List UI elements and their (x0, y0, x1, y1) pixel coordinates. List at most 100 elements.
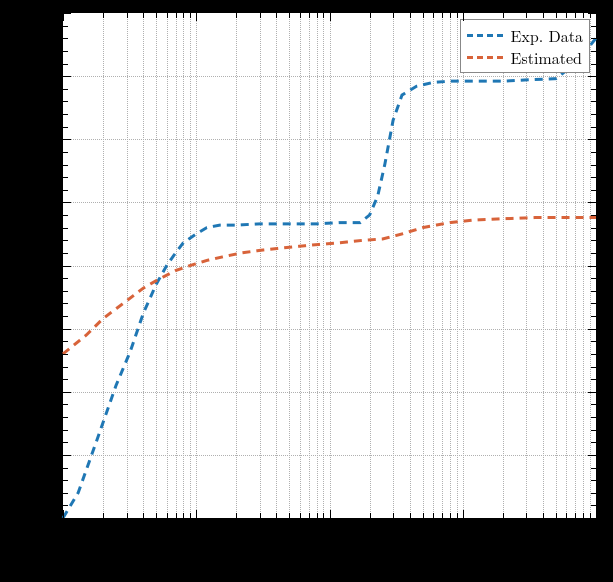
x-tick-minor (575, 13, 576, 18)
x-tick-major (63, 510, 64, 518)
y-tick-minor (591, 379, 596, 380)
x-tick-minor (590, 513, 591, 518)
x-tick-minor (103, 13, 104, 18)
y-tick-minor (591, 228, 596, 229)
y-tick-minor (591, 278, 596, 279)
x-tick-major (196, 510, 197, 518)
x-tick-minor (309, 513, 310, 518)
x-tick-minor (156, 13, 157, 18)
y-tick-minor (63, 417, 68, 418)
y-tick-minor (591, 177, 596, 178)
x-tick-major (63, 13, 64, 21)
y-tick-minor (63, 165, 68, 166)
x-tick-label: 10¹ (180, 521, 210, 544)
x-tick-major (463, 510, 464, 518)
y-tick-minor (591, 26, 596, 27)
x-tick-minor (583, 513, 584, 518)
y-tick-minor (63, 215, 68, 216)
y-tick-major (588, 202, 596, 203)
x-tick-minor (260, 513, 261, 518)
x-tick-minor (127, 13, 128, 18)
x-tick-minor (583, 13, 584, 18)
y-tick-minor (63, 101, 68, 102)
x-axis-label: Time [h] (62, 545, 595, 569)
x-tick-minor (167, 13, 168, 18)
x-tick-minor (317, 13, 318, 18)
y-tick-minor (63, 367, 68, 368)
x-tick-major (196, 13, 197, 21)
series-exp-data (63, 38, 596, 518)
x-tick-minor (393, 513, 394, 518)
x-tick-minor (300, 13, 301, 18)
x-tick-minor (590, 13, 591, 18)
y-tick-minor (63, 316, 68, 317)
x-tick-minor (190, 13, 191, 18)
x-tick-minor (575, 513, 576, 518)
legend: Exp. DataEstimated (460, 19, 590, 73)
x-tick-minor (393, 13, 394, 18)
y-tick-minor (63, 379, 68, 380)
y-tick-minor (591, 354, 596, 355)
y-tick-minor (591, 114, 596, 115)
y-tick-minor (591, 64, 596, 65)
y-tick-minor (591, 303, 596, 304)
y-tick-major (63, 392, 71, 393)
y-tick-major (63, 202, 71, 203)
y-tick-minor (591, 417, 596, 418)
y-tick-minor (63, 468, 68, 469)
y-tick-minor (591, 316, 596, 317)
y-tick-minor (63, 493, 68, 494)
x-tick-minor (156, 513, 157, 518)
x-tick-minor (276, 13, 277, 18)
y-tick-major (588, 76, 596, 77)
x-tick-label: 10⁴ (580, 521, 610, 544)
y-tick-minor (591, 165, 596, 166)
y-tick-minor (63, 26, 68, 27)
y-tick-minor (63, 253, 68, 254)
x-tick-minor (323, 513, 324, 518)
y-tick-minor (63, 152, 68, 153)
y-tick-major (63, 455, 71, 456)
y-tick-minor (63, 177, 68, 178)
y-tick-minor (63, 480, 68, 481)
x-tick-minor (442, 13, 443, 18)
y-tick-minor (591, 51, 596, 52)
y-tick-minor (591, 404, 596, 405)
y-tick-major (588, 329, 596, 330)
x-tick-minor (276, 513, 277, 518)
x-tick-minor (442, 513, 443, 518)
y-tick-major (588, 392, 596, 393)
x-tick-minor (566, 513, 567, 518)
y-tick-minor (63, 190, 68, 191)
legend-swatch (467, 56, 503, 59)
y-tick-minor (591, 89, 596, 90)
plot-area: Exp. DataEstimated (62, 12, 597, 519)
y-tick-label: 1.0 (24, 381, 56, 404)
y-tick-minor (63, 303, 68, 304)
y-tick-minor (591, 240, 596, 241)
y-tick-major (588, 518, 596, 519)
x-tick-minor (300, 513, 301, 518)
y-tick-minor (63, 505, 68, 506)
y-tick-minor (591, 430, 596, 431)
x-tick-minor (543, 513, 544, 518)
y-tick-minor (591, 480, 596, 481)
y-tick-minor (63, 127, 68, 128)
x-tick-major (330, 13, 331, 21)
y-tick-major (588, 139, 596, 140)
legend-swatch (467, 34, 503, 37)
x-tick-minor (103, 513, 104, 518)
y-tick-label: 1.5 (24, 318, 56, 341)
y-tick-minor (591, 190, 596, 191)
x-tick-minor (556, 513, 557, 518)
x-tick-minor (323, 13, 324, 18)
x-tick-minor (190, 513, 191, 518)
x-tick-minor (433, 13, 434, 18)
x-tick-minor (176, 13, 177, 18)
y-tick-minor (63, 291, 68, 292)
x-tick-major (596, 13, 597, 21)
y-tick-major (63, 518, 71, 519)
y-tick-minor (63, 278, 68, 279)
x-tick-label: 10³ (447, 521, 477, 544)
y-tick-minor (591, 38, 596, 39)
